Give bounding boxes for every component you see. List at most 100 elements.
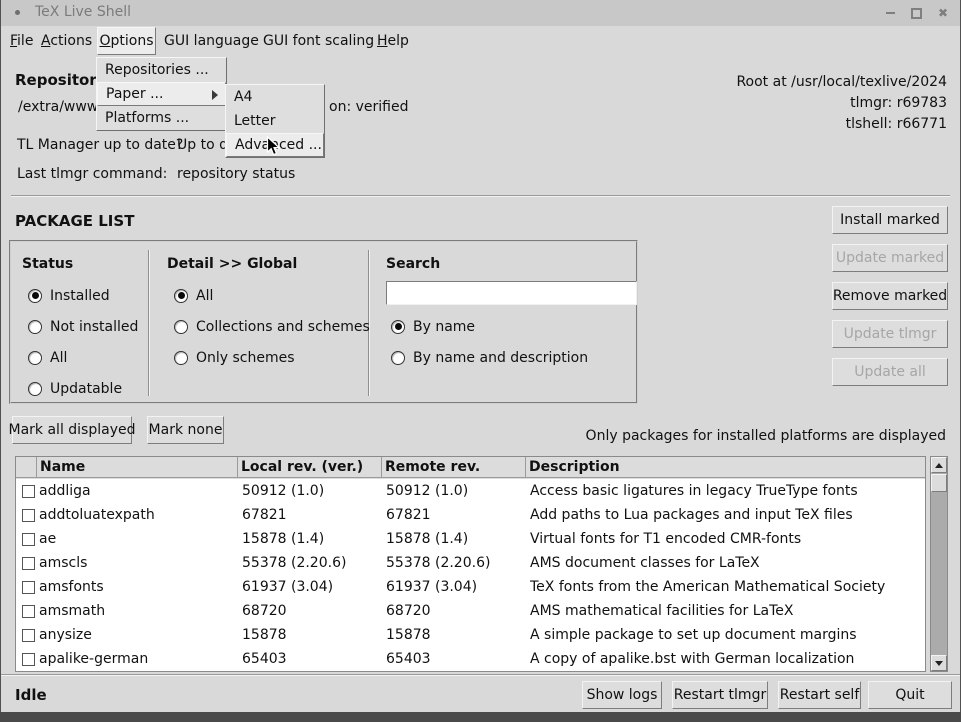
mark-none-button[interactable]: Mark none (147, 416, 224, 444)
cell-name: amscls (39, 551, 235, 575)
radio-indicator (174, 320, 188, 334)
statusbar-separator (1, 674, 960, 676)
detail-group-label: Detail >> Global (167, 256, 297, 272)
minimize-icon (886, 12, 895, 14)
update-tlmgr-button[interactable]: Update tlmgr (832, 320, 948, 348)
table-row-addliga[interactable]: addliga 50912 (1.0) 50912 (1.0) Access b… (16, 479, 925, 503)
menu-item-platforms[interactable]: Platforms ... (97, 106, 226, 130)
table-row-apalike-german[interactable]: apalike-german 65403 65403 A copy of apa… (16, 647, 925, 671)
install-marked-button[interactable]: Install marked (832, 206, 948, 234)
menu-item-repositories[interactable]: Repositories ... (97, 58, 226, 82)
cell-local-rev: 55378 (2.20.6) (242, 551, 382, 575)
close-button[interactable]: ✖ (935, 5, 951, 21)
table-row-amsfonts[interactable]: amsfonts 61937 (3.04) 61937 (3.04) TeX f… (16, 575, 925, 599)
table-row-addtoluatexpath[interactable]: addtoluatexpath 67821 67821 Add paths to… (16, 503, 925, 527)
quit-button[interactable]: Quit (868, 681, 952, 709)
update-marked-button[interactable]: Update marked (832, 244, 948, 272)
table-header: Name Local rev. (ver.) Remote rev. (ver.… (16, 457, 925, 479)
radio-indicator (174, 351, 188, 365)
radio-indicator (28, 351, 42, 365)
radio-indicator (174, 289, 188, 303)
scroll-up-icon (935, 463, 943, 468)
menu-actions[interactable]: Actions (34, 26, 99, 56)
column-header-local[interactable]: Local rev. (ver.) (238, 457, 382, 478)
cell-remote-rev: 68720 (386, 599, 526, 623)
radio-by-name[interactable]: By name (391, 318, 475, 335)
row-checkbox[interactable] (22, 485, 35, 498)
column-header-remote[interactable]: Remote rev. (ver.) (382, 457, 526, 478)
radio-detail-all[interactable]: All (174, 287, 213, 304)
search-input[interactable] (386, 281, 637, 305)
restart-self-button[interactable]: Restart self (778, 681, 861, 709)
close-icon: ✖ (938, 6, 948, 20)
radio-not-installed[interactable]: Not installed (28, 318, 138, 335)
cell-name: addliga (39, 479, 235, 503)
row-checkbox[interactable] (22, 557, 35, 570)
radio-installed[interactable]: Installed (28, 287, 110, 304)
cell-description: TeX fonts from the American Mathematical… (530, 575, 922, 599)
restart-tlmgr-button[interactable]: Restart tlmgr (672, 681, 768, 709)
row-checkbox[interactable] (22, 533, 35, 546)
cell-description: AMS document classes for LaTeX (530, 551, 922, 575)
radio-only-schemes[interactable]: Only schemes (174, 349, 295, 366)
radio-indicator (28, 382, 42, 396)
minimize-button[interactable] (882, 5, 898, 21)
table-row-amscls[interactable]: amscls 55378 (2.20.6) 55378 (2.20.6) AMS… (16, 551, 925, 575)
update-all-button[interactable]: Update all (832, 358, 948, 386)
radio-label: Updatable (50, 381, 122, 397)
cell-name: ae (39, 527, 235, 551)
cell-local-rev: 61937 (3.04) (242, 575, 382, 599)
row-checkbox[interactable] (22, 581, 35, 594)
scroll-up-button[interactable] (931, 457, 947, 473)
window-title: TeX Live Shell (35, 4, 131, 20)
scroll-down-icon (935, 661, 943, 666)
row-checkbox[interactable] (22, 509, 35, 522)
radio-by-name-description[interactable]: By name and description (391, 349, 588, 366)
row-checkbox[interactable] (22, 653, 35, 666)
menu-item-letter[interactable]: Letter (226, 109, 324, 133)
column-header-name[interactable]: Name (37, 457, 238, 478)
radio-updatable[interactable]: Updatable (28, 380, 122, 397)
cell-remote-rev: 67821 (386, 503, 526, 527)
menu-options[interactable]: Options (97, 27, 156, 55)
menu-item-a4[interactable]: A4 (226, 85, 324, 109)
last-command-label: Last tlmgr command: (17, 166, 167, 182)
menu-item-paper[interactable]: Paper ... (97, 82, 226, 106)
menu-help[interactable]: Help (370, 26, 416, 56)
column-header-description[interactable]: Description (526, 457, 925, 478)
cell-description: Add paths to Lua packages and input TeX … (530, 503, 922, 527)
cell-remote-rev: 50912 (1.0) (386, 479, 526, 503)
cell-name: amsmath (39, 599, 235, 623)
menu-gui-language[interactable]: GUI language (157, 26, 266, 56)
radio-all-status[interactable]: All (28, 349, 67, 366)
menu-gui-font-scaling[interactable]: GUI font scaling (256, 26, 381, 56)
table-row-ae[interactable]: ae 15878 (1.4) 15878 (1.4) Virtual fonts… (16, 527, 925, 551)
maximize-button[interactable] (908, 5, 924, 21)
radio-indicator (391, 351, 405, 365)
remove-marked-button[interactable]: Remove marked (832, 282, 948, 310)
radio-collections-schemes[interactable]: Collections and schemes (174, 318, 370, 335)
cell-description: A copy of apalike.bst with German locali… (530, 647, 922, 671)
column-header-checkbox[interactable] (16, 457, 37, 478)
cell-description: A simple package to set up document marg… (530, 623, 922, 647)
row-checkbox[interactable] (22, 629, 35, 642)
cell-local-rev: 15878 (242, 623, 382, 647)
table-row-anysize[interactable]: anysize 15878 15878 A simple package to … (16, 623, 925, 647)
tl-manager-uptodate-label: TL Manager up to date? (17, 137, 183, 153)
mouse-cursor-icon (266, 136, 281, 157)
radio-label: All (50, 350, 67, 366)
mark-all-displayed-button[interactable]: Mark all displayed (12, 416, 132, 444)
cell-name: amsfonts (39, 575, 235, 599)
table-scrollbar[interactable] (930, 456, 948, 672)
show-logs-button[interactable]: Show logs (582, 681, 662, 709)
radio-indicator (28, 289, 42, 303)
repository-path: /extra/www. (18, 99, 101, 115)
radio-label: By name and description (413, 350, 588, 366)
platforms-note: Only packages for installed platforms ar… (586, 428, 946, 444)
table-row-amsmath[interactable]: amsmath 68720 68720 AMS mathematical fac… (16, 599, 925, 623)
scrollbar-thumb[interactable] (931, 474, 947, 492)
repository-heading: Repository (15, 71, 107, 89)
filter-frame: Status Installed Not installed All Updat… (9, 240, 638, 404)
scroll-down-button[interactable] (931, 655, 947, 671)
row-checkbox[interactable] (22, 605, 35, 618)
